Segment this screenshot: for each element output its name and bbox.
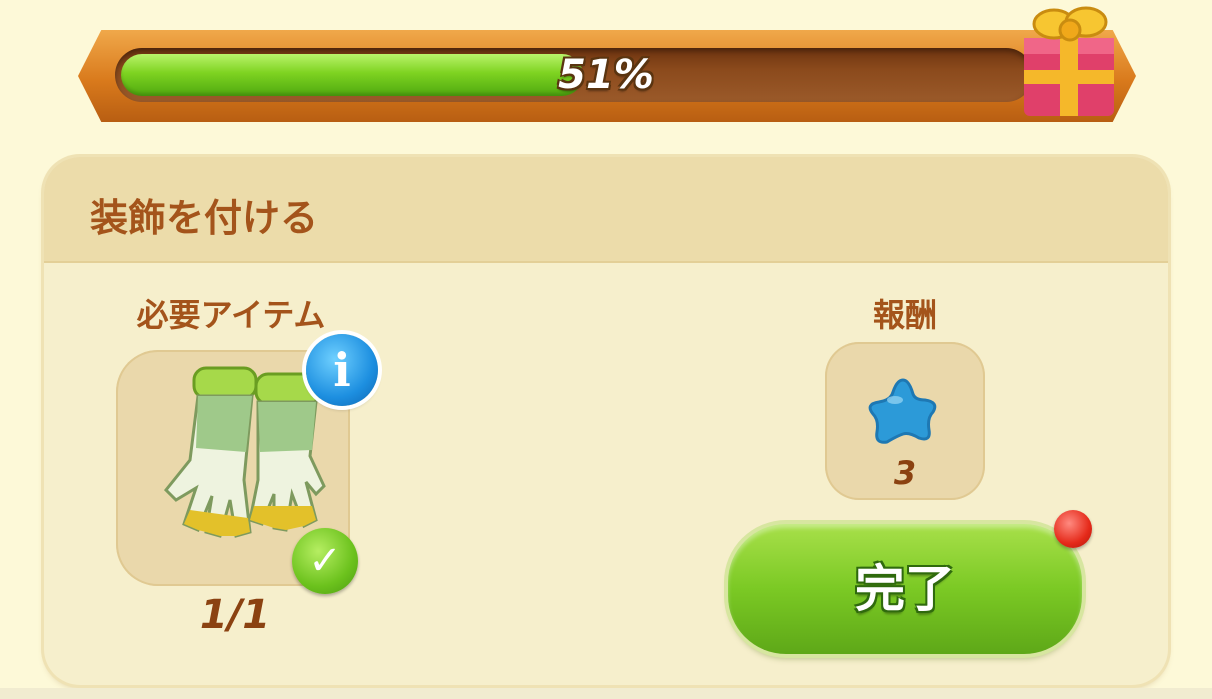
check-icon: ✓	[292, 528, 358, 594]
panel-header: 装飾を付ける	[44, 157, 1168, 263]
required-items-label: 必要アイテム	[136, 296, 326, 334]
panel-title: 装飾を付ける	[90, 196, 319, 240]
reward-label: 報酬	[872, 296, 937, 334]
gift-icon[interactable]	[1014, 0, 1122, 120]
complete-button[interactable]: 完了	[728, 524, 1082, 654]
gloves-icon	[163, 366, 326, 538]
bottom-edge	[0, 688, 1212, 699]
reward-count: 3	[893, 454, 917, 492]
info-button[interactable]: i	[306, 334, 378, 406]
required-item-count: 1/1	[199, 592, 271, 638]
blue-star-icon	[868, 378, 937, 444]
notification-dot	[1054, 510, 1092, 548]
